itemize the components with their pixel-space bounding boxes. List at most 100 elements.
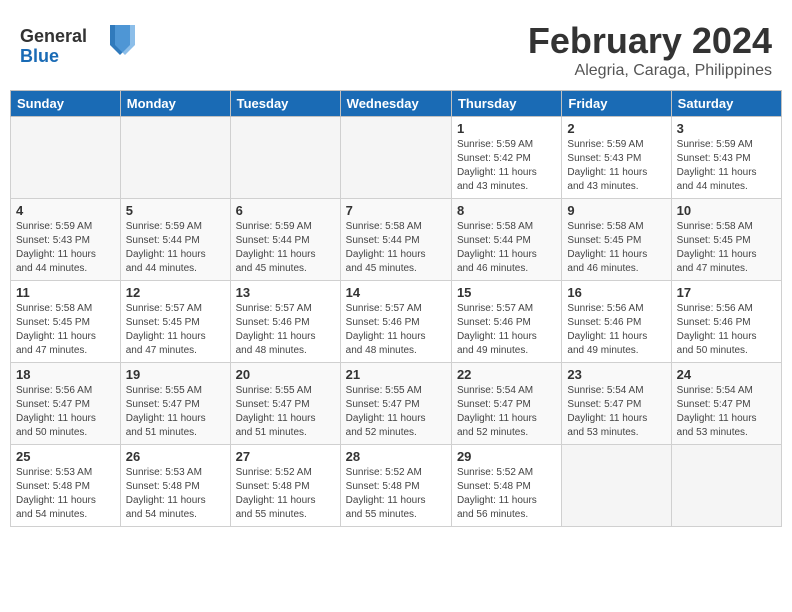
day-cell: 10 Sunrise: 5:58 AMSunset: 5:45 PMDayligh… — [671, 199, 781, 281]
week-row-5: 25 Sunrise: 5:53 AMSunset: 5:48 PMDayligh… — [11, 445, 782, 527]
day-cell: 23Sunrise: 5:54 AMSunset: 5:47 PMDayligh… — [562, 363, 671, 445]
day-cell — [11, 117, 121, 199]
day-info: Sunrise: 5:57 AMSunset: 5:45 PMDaylight:… — [126, 302, 225, 358]
day-cell — [671, 445, 781, 527]
day-number: 12 — [126, 285, 225, 300]
day-number: 25 — [16, 449, 115, 464]
day-info: Sunrise: 5:58 AMSunset: 5:45 PMDaylight:… — [677, 220, 776, 276]
col-header-wednesday: Wednesday — [340, 91, 451, 117]
day-cell: 6Sunrise: 5:59 AMSunset: 5:44 PMDaylight… — [230, 199, 340, 281]
day-cell: 19 Sunrise: 5:55 AMSunset: 5:47 PMDayligh… — [120, 363, 230, 445]
day-number: 19 — [126, 367, 225, 382]
day-number: 4 — [16, 203, 115, 218]
day-cell: 26 Sunrise: 5:53 AMSunset: 5:48 PMDayligh… — [120, 445, 230, 527]
week-row-1: 1 Sunrise: 5:59 AMSunset: 5:42 PMDaylight… — [11, 117, 782, 199]
day-info: Sunrise: 5:53 AMSunset: 5:48 PMDaylight:… — [16, 466, 115, 522]
day-cell: 29Sunrise: 5:52 AMSunset: 5:48 PMDayligh… — [451, 445, 561, 527]
day-number: 28 — [346, 449, 446, 464]
day-number: 11 — [16, 285, 115, 300]
week-row-2: 4 Sunrise: 5:59 AMSunset: 5:43 PMDaylight… — [11, 199, 782, 281]
calendar-title: February 2024 — [528, 20, 772, 62]
day-info: Sunrise: 5:59 AMSunset: 5:44 PMDaylight:… — [126, 220, 225, 276]
day-number: 26 — [126, 449, 225, 464]
day-number: 1 — [457, 121, 556, 136]
day-info: Sunrise: 5:54 AMSunset: 5:47 PMDaylight:… — [677, 384, 776, 440]
day-info: Sunrise: 5:52 AMSunset: 5:48 PMDaylight:… — [457, 466, 556, 522]
day-cell: 4 Sunrise: 5:59 AMSunset: 5:43 PMDaylight… — [11, 199, 121, 281]
day-info: Sunrise: 5:53 AMSunset: 5:48 PMDaylight:… — [126, 466, 225, 522]
day-info: Sunrise: 5:56 AMSunset: 5:46 PMDaylight:… — [677, 302, 776, 358]
calendar-header-row: SundayMondayTuesdayWednesdayThursdayFrid… — [11, 91, 782, 117]
day-cell: 16 Sunrise: 5:56 AMSunset: 5:46 PMDayligh… — [562, 281, 671, 363]
day-info: Sunrise: 5:55 AMSunset: 5:47 PMDaylight:… — [126, 384, 225, 440]
day-info: Sunrise: 5:57 AMSunset: 5:46 PMDaylight:… — [457, 302, 556, 358]
day-cell: 24 Sunrise: 5:54 AMSunset: 5:47 PMDayligh… — [671, 363, 781, 445]
day-info: Sunrise: 5:58 AMSunset: 5:44 PMDaylight:… — [346, 220, 446, 276]
calendar-table: SundayMondayTuesdayWednesdayThursdayFrid… — [10, 90, 782, 527]
day-cell: 1 Sunrise: 5:59 AMSunset: 5:42 PMDaylight… — [451, 117, 561, 199]
day-cell: 17Sunrise: 5:56 AMSunset: 5:46 PMDayligh… — [671, 281, 781, 363]
day-info: Sunrise: 5:52 AMSunset: 5:48 PMDaylight:… — [236, 466, 335, 522]
day-cell: 27 Sunrise: 5:52 AMSunset: 5:48 PMDayligh… — [230, 445, 340, 527]
col-header-monday: Monday — [120, 91, 230, 117]
day-cell: 22 Sunrise: 5:54 AMSunset: 5:47 PMDayligh… — [451, 363, 561, 445]
day-info: Sunrise: 5:58 AMSunset: 5:44 PMDaylight:… — [457, 220, 556, 276]
day-number: 14 — [346, 285, 446, 300]
day-info: Sunrise: 5:54 AMSunset: 5:47 PMDaylight:… — [567, 384, 665, 440]
day-number: 24 — [677, 367, 776, 382]
day-info: Sunrise: 5:55 AMSunset: 5:47 PMDaylight:… — [236, 384, 335, 440]
day-cell: 28 Sunrise: 5:52 AMSunset: 5:48 PMDayligh… — [340, 445, 451, 527]
day-number: 7 — [346, 203, 446, 218]
day-info: Sunrise: 5:56 AMSunset: 5:47 PMDaylight:… — [16, 384, 115, 440]
day-number: 22 — [457, 367, 556, 382]
day-info: Sunrise: 5:55 AMSunset: 5:47 PMDaylight:… — [346, 384, 446, 440]
day-number: 9 — [567, 203, 665, 218]
day-cell: 13 Sunrise: 5:57 AMSunset: 5:46 PMDayligh… — [230, 281, 340, 363]
day-cell: 21 Sunrise: 5:55 AMSunset: 5:47 PMDayligh… — [340, 363, 451, 445]
day-cell: 7 Sunrise: 5:58 AMSunset: 5:44 PMDaylight… — [340, 199, 451, 281]
page-header: General Blue February 2024 Alegria, Cara… — [10, 10, 782, 85]
day-info: Sunrise: 5:57 AMSunset: 5:46 PMDaylight:… — [236, 302, 335, 358]
day-cell: 12 Sunrise: 5:57 AMSunset: 5:45 PMDayligh… — [120, 281, 230, 363]
day-cell: 5Sunrise: 5:59 AMSunset: 5:44 PMDaylight… — [120, 199, 230, 281]
day-info: Sunrise: 5:54 AMSunset: 5:47 PMDaylight:… — [457, 384, 556, 440]
day-number: 20 — [236, 367, 335, 382]
day-number: 18 — [16, 367, 115, 382]
day-info: Sunrise: 5:59 AMSunset: 5:43 PMDaylight:… — [567, 138, 665, 194]
week-row-3: 11 Sunrise: 5:58 AMSunset: 5:45 PMDayligh… — [11, 281, 782, 363]
day-info: Sunrise: 5:56 AMSunset: 5:46 PMDaylight:… — [567, 302, 665, 358]
day-info: Sunrise: 5:58 AMSunset: 5:45 PMDaylight:… — [16, 302, 115, 358]
day-number: 27 — [236, 449, 335, 464]
logo: General Blue — [20, 20, 140, 75]
day-cell: 3 Sunrise: 5:59 AMSunset: 5:43 PMDaylight… — [671, 117, 781, 199]
day-cell — [340, 117, 451, 199]
day-cell: 14Sunrise: 5:57 AMSunset: 5:46 PMDayligh… — [340, 281, 451, 363]
svg-text:Blue: Blue — [20, 46, 59, 66]
calendar-body: 1 Sunrise: 5:59 AMSunset: 5:42 PMDaylight… — [11, 117, 782, 527]
col-header-thursday: Thursday — [451, 91, 561, 117]
day-number: 16 — [567, 285, 665, 300]
day-cell: 25 Sunrise: 5:53 AMSunset: 5:48 PMDayligh… — [11, 445, 121, 527]
week-row-4: 18 Sunrise: 5:56 AMSunset: 5:47 PMDayligh… — [11, 363, 782, 445]
day-cell: 9Sunrise: 5:58 AMSunset: 5:45 PMDaylight… — [562, 199, 671, 281]
title-block: February 2024 Alegria, Caraga, Philippin… — [528, 20, 772, 80]
logo-svg: General Blue — [20, 20, 140, 70]
day-info: Sunrise: 5:59 AMSunset: 5:43 PMDaylight:… — [16, 220, 115, 276]
day-info: Sunrise: 5:59 AMSunset: 5:43 PMDaylight:… — [677, 138, 776, 194]
day-info: Sunrise: 5:52 AMSunset: 5:48 PMDaylight:… — [346, 466, 446, 522]
day-number: 21 — [346, 367, 446, 382]
day-cell — [230, 117, 340, 199]
day-number: 13 — [236, 285, 335, 300]
day-cell: 15 Sunrise: 5:57 AMSunset: 5:46 PMDayligh… — [451, 281, 561, 363]
day-cell: 18 Sunrise: 5:56 AMSunset: 5:47 PMDayligh… — [11, 363, 121, 445]
day-number: 15 — [457, 285, 556, 300]
day-cell: 2Sunrise: 5:59 AMSunset: 5:43 PMDaylight… — [562, 117, 671, 199]
day-number: 8 — [457, 203, 556, 218]
day-number: 10 — [677, 203, 776, 218]
day-cell — [562, 445, 671, 527]
day-number: 3 — [677, 121, 776, 136]
col-header-friday: Friday — [562, 91, 671, 117]
day-number: 6 — [236, 203, 335, 218]
calendar-subtitle: Alegria, Caraga, Philippines — [528, 62, 772, 80]
day-info: Sunrise: 5:59 AMSunset: 5:42 PMDaylight:… — [457, 138, 556, 194]
